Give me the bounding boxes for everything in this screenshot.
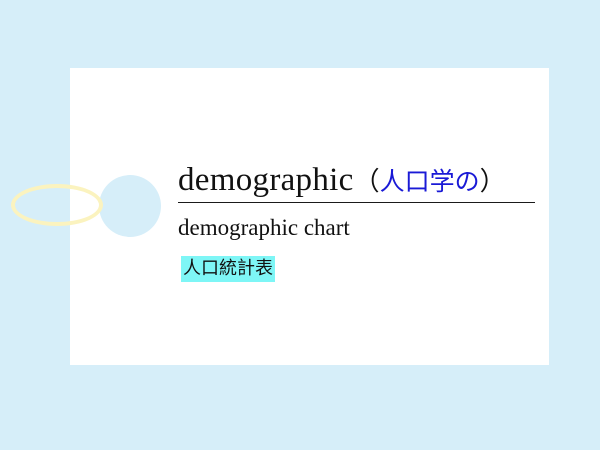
- headword-line: demographic（人口学の）: [178, 160, 535, 203]
- example-phrase-translation: 人口統計表: [181, 256, 275, 282]
- headword-meaning: 人口学の: [379, 167, 480, 196]
- paren-close: ）: [479, 167, 506, 197]
- example-phrase: demographic chart: [178, 215, 350, 240]
- binder-ring-icon: [11, 184, 103, 226]
- card-punch-hole: [99, 175, 161, 237]
- headword: demographic: [178, 162, 354, 198]
- paren-open: （: [353, 167, 380, 197]
